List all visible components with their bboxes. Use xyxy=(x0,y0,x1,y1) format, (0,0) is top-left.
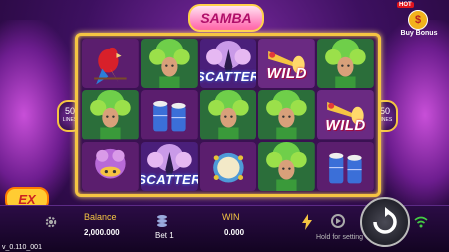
buy-bonus-button[interactable]: HOT $ Buy Bonus xyxy=(395,2,441,42)
reel-symbol-scatter-dancer: SCATTER xyxy=(199,39,257,89)
lightning-icon[interactable] xyxy=(302,214,312,230)
lines-count-right: 50 xyxy=(379,106,390,116)
drums-icon xyxy=(317,141,374,191)
reel-symbol-crown-mask xyxy=(82,141,139,191)
reel-symbol-dancer xyxy=(258,90,316,140)
hold-hint: Hold for setting xyxy=(316,234,364,241)
coins-icon[interactable] xyxy=(156,214,168,228)
bet-label[interactable]: Bet 1 xyxy=(155,231,174,240)
win-value: 0.000 xyxy=(224,228,245,237)
reel-symbol-tambourine xyxy=(199,141,257,191)
buy-bonus-label: Buy Bonus xyxy=(400,30,438,37)
reel-symbol-drums xyxy=(317,141,374,191)
spin-icon xyxy=(373,207,397,234)
reel-symbol-drums xyxy=(140,90,198,140)
gear-icon[interactable] xyxy=(44,215,58,229)
reel-symbol-scatter-dancer: SCATTER xyxy=(140,141,198,191)
scatter-label: SCATTER xyxy=(141,171,198,187)
reel-symbol-wild-trumpet: WILD xyxy=(258,39,316,89)
reel-symbol-dancer xyxy=(140,39,198,89)
tambourine-icon xyxy=(199,141,257,191)
win-label: WIN xyxy=(222,212,240,222)
game-title: SAMBA xyxy=(200,10,252,26)
dancer-icon xyxy=(140,39,198,89)
hot-badge: HOT xyxy=(397,2,414,8)
reel-frame: SCATTER WILD WILD SCATTER xyxy=(75,33,381,197)
version-label: v_0.110_001 xyxy=(2,244,42,251)
reel-grid: SCATTER WILD WILD SCATTER xyxy=(82,39,374,191)
dancer-icon xyxy=(82,90,139,140)
auto-spin-icon[interactable] xyxy=(330,213,346,229)
reel-symbol-dancer xyxy=(258,141,316,191)
balance-label: Balance xyxy=(84,212,117,222)
reel-symbol-wild-trumpet: WILD xyxy=(317,90,374,140)
game-logo: SAMBA xyxy=(188,4,264,32)
drums-icon xyxy=(140,90,198,140)
scatter-label: SCATTER xyxy=(200,69,257,85)
dancer-icon xyxy=(199,90,257,140)
reel-symbol-parrot xyxy=(82,39,139,89)
reel-symbol-dancer xyxy=(317,39,374,89)
reel-symbol-dancer xyxy=(82,90,139,140)
reel-symbol-dancer xyxy=(199,90,257,140)
wild-label: WILD xyxy=(325,116,366,134)
wifi-icon xyxy=(414,216,428,228)
spin-button[interactable] xyxy=(360,197,410,247)
parrot-icon xyxy=(82,39,139,89)
crown-mask-icon xyxy=(82,141,139,191)
balance-value: 2,000.000 xyxy=(84,228,120,237)
lines-count-left: 50 xyxy=(64,106,75,116)
dancer-icon xyxy=(258,90,316,140)
wild-label: WILD xyxy=(266,65,307,83)
coin-icon: $ xyxy=(408,10,428,30)
dancer-icon xyxy=(317,39,374,89)
dancer-icon xyxy=(258,141,316,191)
